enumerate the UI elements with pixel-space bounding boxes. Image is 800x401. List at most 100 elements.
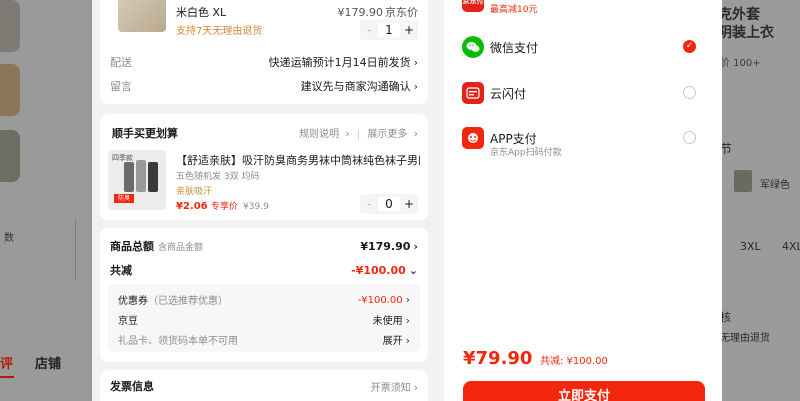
discount-details: 优惠券（已选推荐优惠） -¥100.00 › 京豆 未使用 › 礼品卡、领货码本单不…	[108, 284, 420, 352]
total-value[interactable]: ¥179.90 ›	[360, 240, 418, 253]
jingdou-value: 未使用 ›	[372, 314, 410, 327]
addon-item-spec: 五色随机发 3双 均码	[176, 172, 260, 182]
product-card: 米白色 XL 支持7天无理由退货 ¥179.90 京东价 - 1 + 配送 快递运…	[100, 0, 428, 104]
background-tab-reviews: 评	[0, 357, 14, 372]
increase-button[interactable]: +	[400, 23, 418, 37]
tab-indicator	[0, 376, 14, 378]
jacket-thumbnail	[0, 64, 20, 116]
gift-card-row[interactable]: 礼品卡、领货码本单不可用 展开 ›	[118, 332, 410, 347]
unionpay-name: 云闪付	[490, 87, 527, 101]
addon-item-title[interactable]: 【舒适亲肤】吸汗防臭商务男袜中筒袜纯色袜子男四…	[176, 152, 420, 168]
payment-panel: 京东付 最高减10元 微信支付 ✓ 云闪付 APP支付 京东App扫码付款 ¥7…	[444, 0, 722, 401]
jd-pay-promo: 最高减10元	[490, 5, 538, 15]
background-title-line2: 阴装上衣	[722, 25, 774, 41]
quantity-value[interactable]: 1	[378, 23, 400, 37]
variant-thumbnail	[734, 170, 752, 192]
chevron-right-icon: ›	[345, 127, 350, 140]
checkmark-icon: ✓	[685, 41, 694, 51]
gift-card-expand: 展开 ›	[382, 334, 410, 347]
background-size: 3XL	[740, 240, 761, 253]
background-size: 4XL	[782, 240, 800, 253]
payment-total: ¥79.90 共减: ¥100.00	[463, 348, 608, 369]
jd-pay-icon: 京东付	[462, 0, 484, 12]
chevron-right-icon: ›	[413, 127, 418, 140]
jd-app-icon	[462, 127, 484, 149]
addon-item-tag: 亲肤吸汗	[176, 187, 213, 197]
total-saved: 共减: ¥100.00	[539, 356, 608, 367]
rules-link[interactable]: 规则说明	[299, 129, 339, 140]
shipping-label: 配送	[110, 56, 132, 69]
decrease-button[interactable]: -	[360, 23, 378, 37]
product-variant: 米白色 XL	[176, 6, 227, 19]
radio-wechat-pay[interactable]: ✓	[683, 40, 696, 53]
show-more-link[interactable]: 展示更多	[367, 129, 407, 140]
invoice-title: 发票信息	[110, 380, 154, 393]
background-return: 无理由退货	[722, 333, 770, 344]
addon-links: 规则说明 › | 展示更多 ›	[299, 127, 418, 140]
chevron-right-icon: ›	[413, 56, 418, 69]
coupon-row[interactable]: 优惠券（已选推荐优惠） -¥100.00 ›	[118, 292, 410, 307]
background-product-page-right: 克外套 阴装上衣 价 100+ 节 军绿色 3XL 4XL 核 无理由退货	[722, 0, 800, 401]
payment-option-app[interactable]: APP支付 京东App扫码付款	[462, 127, 712, 161]
coupon-label: 优惠券（已选推荐优惠）	[118, 296, 228, 307]
background-tab-store: 店铺	[35, 357, 62, 372]
discount-label: 共减	[110, 264, 132, 277]
chevron-right-icon: ›	[413, 380, 418, 394]
divider	[75, 220, 76, 280]
gift-card-label: 礼品卡、领货码本单不可用	[118, 336, 238, 347]
shipping-row[interactable]: 配送 快递运输预计1月14日前发货 ›	[110, 54, 418, 70]
chevron-down-icon: ⌄	[408, 263, 418, 277]
unionpay-icon	[462, 82, 484, 104]
background-title-line1: 克外套	[722, 7, 760, 23]
discount-value[interactable]: -¥100.00 ⌄	[351, 264, 418, 277]
background-label: 数	[4, 233, 14, 244]
addon-quantity-stepper: - 0 +	[360, 194, 418, 214]
quantity-stepper: - 1 +	[360, 20, 418, 40]
order-confirmation-sheet: 米白色 XL 支持7天无理由退货 ¥179.90 京东价 - 1 + 配送 快递运…	[92, 0, 444, 401]
addon-title: 顺手买更划算	[112, 127, 178, 140]
addon-card: 顺手买更划算 规则说明 › | 展示更多 › 四季款 防臭 【舒适亲肤】吸汗防臭…	[100, 114, 428, 220]
quantity-value[interactable]: 0	[378, 197, 400, 211]
background-sales: 价 100+	[722, 58, 761, 69]
jacket-thumbnail	[0, 0, 20, 52]
app-pay-sub: 京东App扫码付款	[490, 148, 562, 158]
jingdou-row[interactable]: 京豆 未使用 ›	[118, 312, 410, 327]
payment-option-jd[interactable]: 京东付 最高减10元	[462, 0, 712, 24]
coupon-value: -¥100.00 ›	[357, 293, 410, 306]
jingdou-label: 京豆	[118, 316, 138, 327]
radio-unionpay[interactable]	[683, 86, 696, 99]
return-policy: 支持7天无理由退货	[176, 26, 263, 37]
message-row[interactable]: 留言 建议先与商家沟通确认 ›	[110, 78, 418, 94]
shipping-value: 快递运输预计1月14日前发货 ›	[268, 56, 418, 69]
total-amount: ¥79.90	[463, 348, 533, 369]
payment-option-unionpay[interactable]: 云闪付	[462, 82, 712, 116]
product-price: ¥179.90 京东价	[337, 6, 419, 19]
chevron-right-icon: ›	[413, 80, 418, 93]
socks-image[interactable]: 四季款 防臭	[108, 150, 166, 210]
chevron-right-icon: ›	[405, 314, 410, 327]
background-section: 核	[722, 311, 731, 324]
payment-option-wechat[interactable]: 微信支付 ✓	[462, 36, 712, 70]
addon-item-price: ¥2.06 专享价 ¥39.9	[176, 201, 269, 212]
background-pin: 节	[722, 142, 733, 156]
chevron-right-icon: ›	[405, 293, 410, 306]
chevron-right-icon: ›	[405, 334, 410, 347]
message-value: 建议先与商家沟通确认 ›	[300, 80, 418, 93]
background-variant: 军绿色	[760, 180, 790, 191]
invoice-card[interactable]: 发票信息 开票须知 ›	[100, 370, 428, 401]
increase-button[interactable]: +	[400, 197, 418, 211]
socks-image-tag: 防臭	[114, 194, 134, 203]
jacket-thumbnail	[0, 130, 20, 182]
pay-now-button[interactable]: 立即支付	[463, 381, 705, 401]
price-summary-card: 商品总额 含商品金额 ¥179.90 › 共减 -¥100.00 ⌄ 优惠券（已选推荐…	[100, 228, 428, 362]
radio-app-pay[interactable]	[683, 131, 696, 144]
message-label: 留言	[110, 80, 132, 93]
total-row: 商品总额 含商品金额 ¥179.90 ›	[110, 238, 418, 254]
chevron-right-icon: ›	[413, 239, 418, 253]
wechat-pay-icon	[462, 36, 484, 58]
decrease-button[interactable]: -	[360, 197, 378, 211]
background-product-page-left: 数 评 店铺	[0, 0, 92, 401]
invoice-notice[interactable]: 开票须知 ›	[371, 379, 418, 394]
total-label: 商品总额 含商品金额	[110, 240, 204, 253]
product-image	[118, 0, 166, 32]
